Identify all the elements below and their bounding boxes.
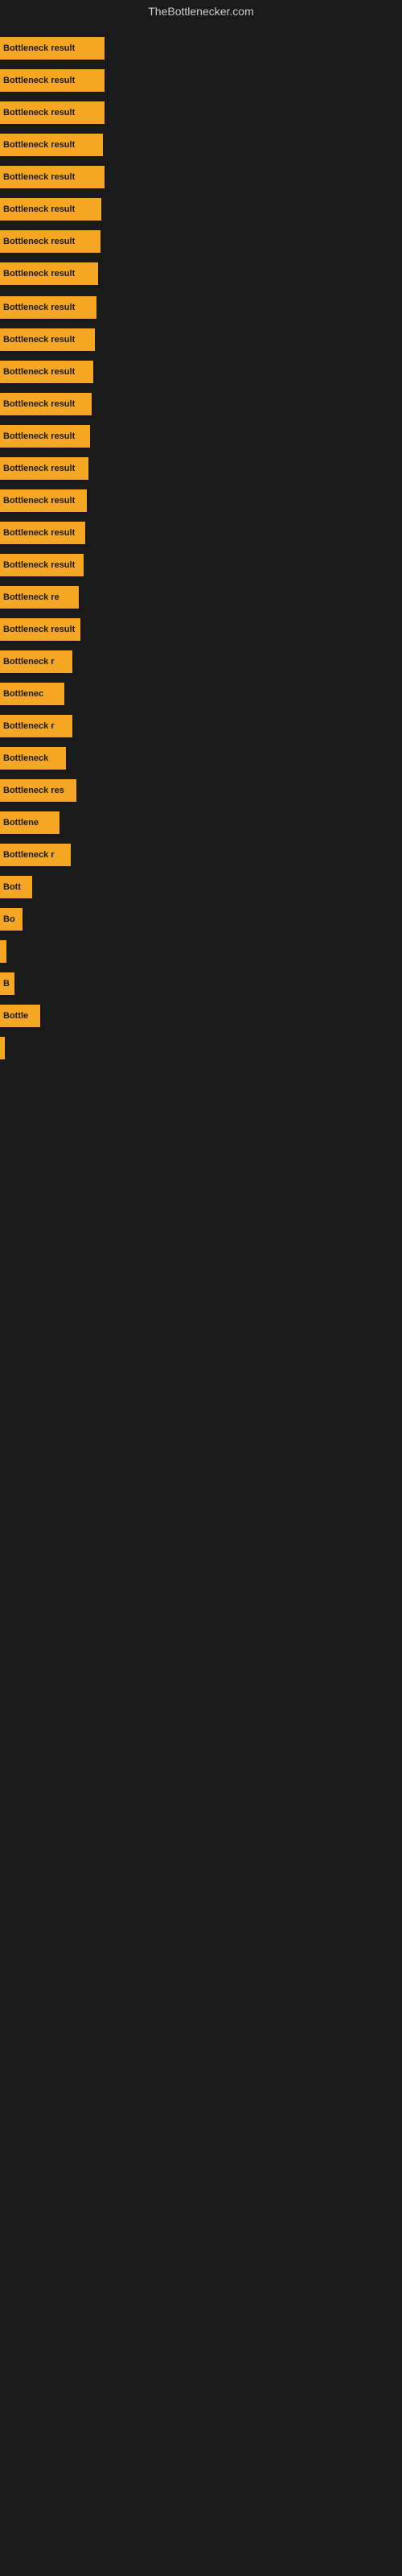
bar-item: Bottleneck result xyxy=(0,101,105,124)
bar-label: Bott xyxy=(3,882,21,892)
bar-item xyxy=(0,1037,5,1059)
bar-item: Bottleneck result xyxy=(0,328,95,351)
bar-item: Bottleneck result xyxy=(0,198,101,221)
bar-item: Bottleneck result xyxy=(0,166,105,188)
bar-item: Bottleneck result xyxy=(0,425,90,448)
bar-label: Bottleneck result xyxy=(3,335,75,345)
bar-label: Bottleneck r xyxy=(3,850,55,860)
bar-label: Bottleneck result xyxy=(3,140,75,150)
bar-item: Bottleneck result xyxy=(0,522,85,544)
bar-item: Bottleneck result xyxy=(0,393,92,415)
bar-label: Bottleneck result xyxy=(3,108,75,118)
bar-item: Bottleneck result xyxy=(0,618,80,641)
bar-label: Bottleneck result xyxy=(3,431,75,441)
bar-item: Bottleneck r xyxy=(0,650,72,673)
bar-label: Bottleneck res xyxy=(3,786,64,795)
bar-label: Bottleneck result xyxy=(3,237,75,246)
bar-item: Bottleneck xyxy=(0,747,66,770)
bar-item: Bottleneck res xyxy=(0,779,76,802)
bar-label: Bottleneck result xyxy=(3,528,75,538)
chart-area: Bottleneck result Bottleneck result Bottle… xyxy=(0,23,402,2558)
bar-item: B xyxy=(0,972,14,995)
bar-label: Bottleneck r xyxy=(3,657,55,667)
bar-item: Bottleneck r xyxy=(0,844,71,866)
bar-label: Bottlene xyxy=(3,818,39,828)
bar-item: Bottleneck result xyxy=(0,69,105,92)
bar-label: Bottleneck re xyxy=(3,592,59,602)
bar-item xyxy=(0,940,6,963)
bar-label: Bottleneck result xyxy=(3,43,75,53)
bar-label: Bottleneck result xyxy=(3,269,75,279)
bar-label: Bottleneck result xyxy=(3,399,75,409)
bar-item: Bottleneck result xyxy=(0,457,88,480)
bar-label: Bottleneck result xyxy=(3,204,75,214)
bar-item: Bottlene xyxy=(0,811,59,834)
bar-label: Bottleneck result xyxy=(3,303,75,312)
bar-item: Bottlenec xyxy=(0,683,64,705)
bar-label: Bottleneck result xyxy=(3,76,75,85)
bar-label: Bottleneck xyxy=(3,753,48,763)
bar-label: Bottleneck result xyxy=(3,496,75,506)
bar-item: Bottle xyxy=(0,1005,40,1027)
bar-label: B xyxy=(3,979,10,989)
bar-item: Bottleneck result xyxy=(0,230,100,253)
bar-label: Bottlenec xyxy=(3,689,43,699)
bar-label: Bottle xyxy=(3,1011,28,1021)
bar-item: Bottleneck result xyxy=(0,37,105,60)
bar-label: Bottleneck result xyxy=(3,367,75,377)
bar-item: Bottleneck result xyxy=(0,489,87,512)
bar-item: Bott xyxy=(0,876,32,898)
bar-label: Bottleneck result xyxy=(3,464,75,473)
bar-label: Bottleneck result xyxy=(3,560,75,570)
bar-item: Bottleneck result xyxy=(0,296,96,319)
bar-item: Bottleneck result xyxy=(0,361,93,383)
bar-item: Bottleneck re xyxy=(0,586,79,609)
bar-item: Bottleneck r xyxy=(0,715,72,737)
site-title: TheBottlenecker.com xyxy=(0,0,402,23)
bar-label: Bottleneck result xyxy=(3,625,75,634)
bar-label: Bottleneck r xyxy=(3,721,55,731)
bar-item: Bo xyxy=(0,908,23,931)
bar-item: Bottleneck result xyxy=(0,262,98,285)
bar-item: Bottleneck result xyxy=(0,554,84,576)
bar-item: Bottleneck result xyxy=(0,134,103,156)
bar-label: Bo xyxy=(3,914,15,924)
bar-label: Bottleneck result xyxy=(3,172,75,182)
